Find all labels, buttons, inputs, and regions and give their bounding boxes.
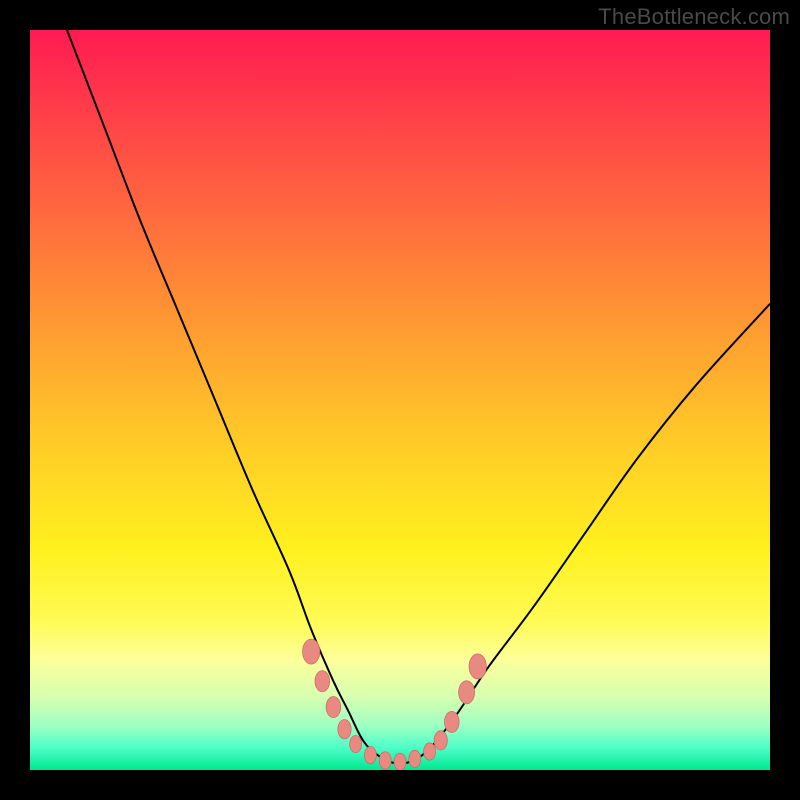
curve-marker — [315, 671, 330, 692]
curve-marker — [394, 753, 406, 770]
plot-area — [30, 30, 770, 770]
curve-marker — [409, 750, 421, 767]
bottleneck-curve — [67, 30, 770, 764]
curve-marker — [434, 731, 447, 750]
curve-marker — [350, 735, 362, 752]
curve-marker — [469, 654, 486, 679]
curve-marker — [303, 639, 320, 664]
curve-marker — [338, 720, 351, 739]
curve-marker — [459, 681, 475, 704]
watermark-text: TheBottleneck.com — [598, 4, 790, 30]
curve-marker — [424, 743, 436, 760]
curve-marker — [364, 747, 376, 764]
curve-marker — [379, 752, 391, 769]
chart-frame: TheBottleneck.com — [0, 0, 800, 800]
curve-svg — [30, 30, 770, 770]
curve-marker — [326, 697, 341, 718]
curve-marker — [444, 711, 459, 732]
